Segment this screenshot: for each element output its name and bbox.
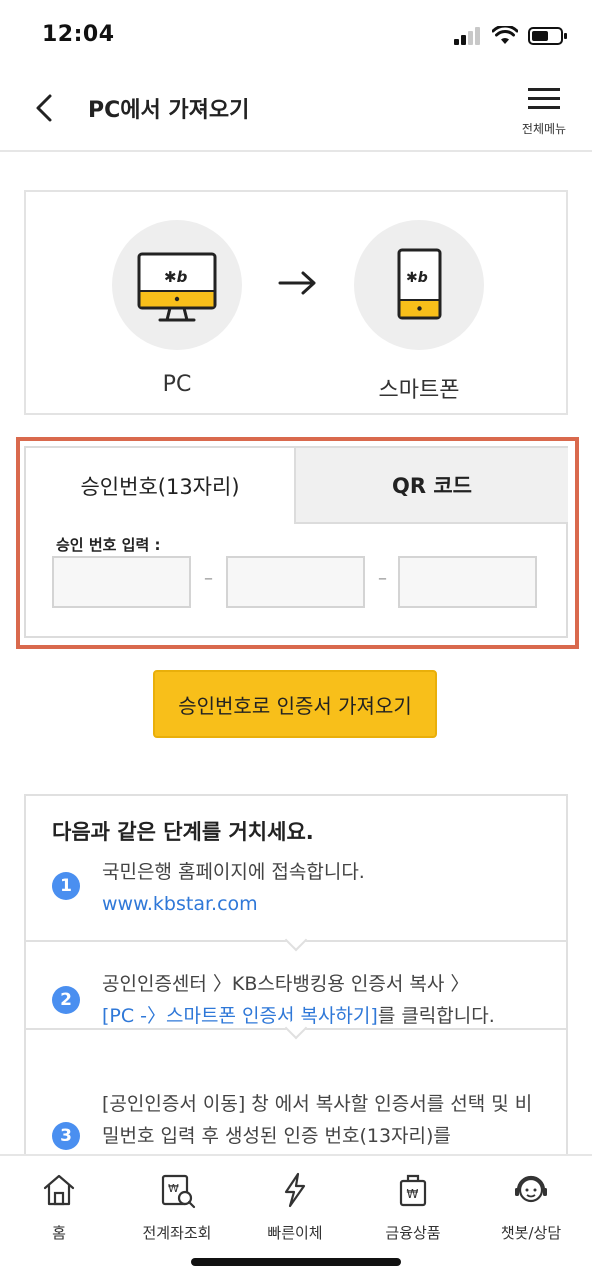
nav-home-label: 홈 — [52, 1224, 66, 1242]
copy-certificate-link[interactable]: [PC -〉스마트폰 인증서 복사하기] — [102, 1005, 378, 1027]
menu-label: 전체메뉴 — [521, 122, 567, 136]
auth-code-panel: 승인번호(13자리) QR 코드 승인 번호 입력 : – – — [24, 446, 568, 638]
tab-approval-number[interactable]: 승인번호(13자리) — [26, 448, 296, 524]
monitor-icon: ✱b — [137, 252, 217, 322]
smartphone-label: 스마트폰 — [378, 378, 460, 403]
approval-code-input-3[interactable] — [398, 556, 537, 608]
smartphone-icon: ✱b — [397, 248, 442, 320]
nav-chatbot[interactable]: 챗봇/상담 — [472, 1170, 590, 1243]
separator-dash: – — [204, 568, 213, 589]
step-number-badge: 1 — [52, 872, 80, 900]
kbstar-link[interactable]: www.kbstar.com — [102, 893, 258, 915]
pc-circle: ✱b — [112, 220, 242, 350]
transfer-illustration: ✱b PC ✱b 스마트폰 — [24, 190, 568, 415]
smartphone-device: ✱b 스마트폰 — [354, 220, 484, 404]
wifi-icon — [492, 26, 518, 44]
hamburger-menu-icon — [528, 88, 560, 109]
nav-account-inquiry-label: 전계좌조회 — [142, 1224, 212, 1242]
approval-code-input-1[interactable] — [52, 556, 191, 608]
step-2-suffix: 를 클릭합니다. — [377, 1005, 495, 1027]
import-certificate-button[interactable]: 승인번호로 인증서 가져오기 — [153, 670, 437, 738]
step-2-text: 공인인증센터 〉KB스타뱅킹용 인증서 복사 〉 [PC -〉스마트폰 인증서 … — [102, 968, 542, 1032]
step-1-text: 국민은행 홈페이지에 접속합니다. www.kbstar.com — [102, 856, 542, 920]
tab-qr-code[interactable]: QR 코드 — [296, 448, 568, 524]
cellular-signal-icon — [454, 27, 480, 45]
nav-financial-products-label: 금융상품 — [385, 1224, 441, 1242]
kb-logo: ✱b — [164, 268, 188, 286]
page-title: PC에서 가져오기 — [88, 98, 250, 123]
status-time: 12:04 — [42, 22, 115, 47]
nav-quick-transfer[interactable]: 빠른이체 — [236, 1170, 354, 1243]
arrow-right-icon — [278, 271, 316, 295]
pc-label: PC — [162, 372, 192, 397]
kb-logo: ✱b — [406, 270, 428, 286]
step-1-description: 국민은행 홈페이지에 접속합니다. — [102, 861, 365, 883]
separator-dash: – — [378, 568, 387, 589]
smartphone-circle: ✱b — [354, 220, 484, 350]
step-number-badge: 2 — [52, 986, 80, 1014]
account-search-icon: ₩ — [161, 1174, 196, 1209]
step-number-badge: 3 — [52, 1122, 80, 1150]
back-button[interactable] — [26, 88, 66, 128]
approval-code-input-2[interactable] — [226, 556, 365, 608]
nav-quick-transfer-label: 빠른이체 — [267, 1224, 323, 1242]
home-indicator[interactable] — [191, 1258, 401, 1266]
step-2-description: 공인인증센터 〉KB스타뱅킹용 인증서 복사 〉 — [102, 973, 470, 995]
pc-device: ✱b PC — [112, 220, 242, 397]
approval-number-label: 승인 번호 입력 : — [56, 536, 161, 554]
shopping-bag-icon: ₩ — [399, 1174, 427, 1207]
nav-account-inquiry[interactable]: ₩ 전계좌조회 — [118, 1170, 236, 1243]
full-menu-button[interactable]: 전체메뉴 — [512, 80, 576, 144]
status-bar: 12:04 — [0, 0, 592, 72]
svg-text:₩: ₩ — [407, 1187, 419, 1201]
battery-icon — [528, 27, 567, 45]
step-3-text: [공인인증서 이동] 창 에서 복사할 인증서를 선택 및 비밀번호 입력 후 … — [102, 1093, 533, 1147]
nav-home[interactable]: 홈 — [0, 1170, 118, 1243]
steps-card: 다음과 같은 단계를 거치세요. 1 국민은행 홈페이지에 접속합니다. www… — [24, 794, 568, 1174]
svg-text:₩: ₩ — [168, 1182, 179, 1195]
home-icon — [43, 1174, 75, 1206]
nav-chatbot-label: 챗봇/상담 — [500, 1224, 562, 1242]
chatbot-icon — [515, 1175, 547, 1203]
steps-heading: 다음과 같은 단계를 거치세요. — [52, 820, 314, 844]
status-icons — [454, 26, 568, 46]
app-header: PC에서 가져오기 전체메뉴 — [0, 72, 592, 152]
chevron-left-icon — [36, 94, 52, 122]
step-divider-notch — [284, 928, 308, 952]
lightning-icon — [284, 1172, 306, 1208]
nav-financial-products[interactable]: ₩ 금융상품 — [354, 1170, 472, 1243]
